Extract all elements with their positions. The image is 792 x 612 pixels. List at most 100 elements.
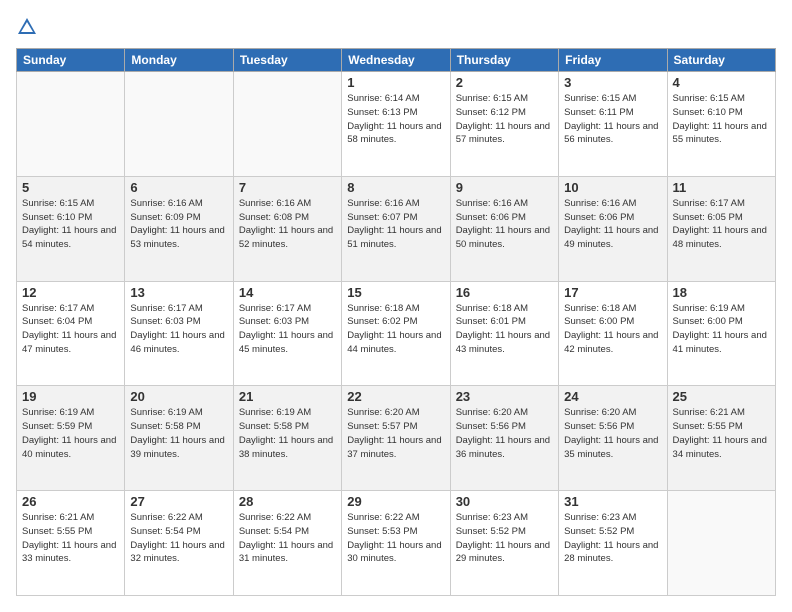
day-number: 9 — [456, 180, 553, 195]
calendar-cell: 3 Sunrise: 6:15 AM Sunset: 6:11 PM Daylig… — [559, 72, 667, 177]
logo-icon — [16, 16, 38, 38]
day-info: Sunrise: 6:15 AM Sunset: 6:12 PM Dayligh… — [456, 92, 553, 147]
day-info: Sunrise: 6:18 AM Sunset: 6:02 PM Dayligh… — [347, 302, 444, 357]
calendar-cell: 18 Sunrise: 6:19 AM Sunset: 6:00 PM Dayli… — [667, 281, 775, 386]
calendar-cell: 22 Sunrise: 6:20 AM Sunset: 5:57 PM Dayli… — [342, 386, 450, 491]
day-number: 18 — [673, 285, 770, 300]
col-header-thursday: Thursday — [450, 49, 558, 72]
day-info: Sunrise: 6:16 AM Sunset: 6:09 PM Dayligh… — [130, 197, 227, 252]
calendar-cell — [125, 72, 233, 177]
day-info: Sunrise: 6:19 AM Sunset: 5:58 PM Dayligh… — [130, 406, 227, 461]
calendar-table: SundayMondayTuesdayWednesdayThursdayFrid… — [16, 48, 776, 596]
day-number: 19 — [22, 389, 119, 404]
col-header-saturday: Saturday — [667, 49, 775, 72]
day-info: Sunrise: 6:22 AM Sunset: 5:53 PM Dayligh… — [347, 511, 444, 566]
day-number: 3 — [564, 75, 661, 90]
calendar-cell: 29 Sunrise: 6:22 AM Sunset: 5:53 PM Dayli… — [342, 491, 450, 596]
day-number: 5 — [22, 180, 119, 195]
col-header-friday: Friday — [559, 49, 667, 72]
day-number: 4 — [673, 75, 770, 90]
day-number: 11 — [673, 180, 770, 195]
calendar-cell — [233, 72, 341, 177]
day-number: 13 — [130, 285, 227, 300]
day-info: Sunrise: 6:19 AM Sunset: 5:58 PM Dayligh… — [239, 406, 336, 461]
day-info: Sunrise: 6:19 AM Sunset: 6:00 PM Dayligh… — [673, 302, 770, 357]
day-number: 27 — [130, 494, 227, 509]
header — [16, 16, 776, 38]
day-info: Sunrise: 6:20 AM Sunset: 5:56 PM Dayligh… — [456, 406, 553, 461]
day-info: Sunrise: 6:14 AM Sunset: 6:13 PM Dayligh… — [347, 92, 444, 147]
calendar-cell: 24 Sunrise: 6:20 AM Sunset: 5:56 PM Dayli… — [559, 386, 667, 491]
calendar-cell: 27 Sunrise: 6:22 AM Sunset: 5:54 PM Dayli… — [125, 491, 233, 596]
day-info: Sunrise: 6:22 AM Sunset: 5:54 PM Dayligh… — [239, 511, 336, 566]
calendar-cell — [667, 491, 775, 596]
day-number: 16 — [456, 285, 553, 300]
calendar-cell: 23 Sunrise: 6:20 AM Sunset: 5:56 PM Dayli… — [450, 386, 558, 491]
calendar-cell: 9 Sunrise: 6:16 AM Sunset: 6:06 PM Daylig… — [450, 176, 558, 281]
col-header-sunday: Sunday — [17, 49, 125, 72]
calendar-cell — [17, 72, 125, 177]
day-info: Sunrise: 6:20 AM Sunset: 5:56 PM Dayligh… — [564, 406, 661, 461]
day-number: 14 — [239, 285, 336, 300]
calendar-cell: 30 Sunrise: 6:23 AM Sunset: 5:52 PM Dayli… — [450, 491, 558, 596]
day-number: 24 — [564, 389, 661, 404]
day-number: 22 — [347, 389, 444, 404]
calendar-cell: 31 Sunrise: 6:23 AM Sunset: 5:52 PM Dayli… — [559, 491, 667, 596]
day-info: Sunrise: 6:15 AM Sunset: 6:11 PM Dayligh… — [564, 92, 661, 147]
calendar-cell: 10Sunrise: 6:16 AM Sunset: 6:06 PM Dayli… — [559, 176, 667, 281]
day-number: 2 — [456, 75, 553, 90]
day-number: 1 — [347, 75, 444, 90]
day-info: Sunrise: 6:21 AM Sunset: 5:55 PM Dayligh… — [673, 406, 770, 461]
calendar-cell: 17 Sunrise: 6:18 AM Sunset: 6:00 PM Dayli… — [559, 281, 667, 386]
calendar-cell: 2 Sunrise: 6:15 AM Sunset: 6:12 PM Daylig… — [450, 72, 558, 177]
day-number: 29 — [347, 494, 444, 509]
day-number: 31 — [564, 494, 661, 509]
day-number: 23 — [456, 389, 553, 404]
day-info: Sunrise: 6:16 AM Sunset: 6:06 PM Dayligh… — [456, 197, 553, 252]
col-header-tuesday: Tuesday — [233, 49, 341, 72]
day-number: 7 — [239, 180, 336, 195]
day-info: Sunrise: 6:17 AM Sunset: 6:03 PM Dayligh… — [239, 302, 336, 357]
day-number: 20 — [130, 389, 227, 404]
calendar-week-row: 1 Sunrise: 6:14 AM Sunset: 6:13 PM Daylig… — [17, 72, 776, 177]
calendar-cell: 13 Sunrise: 6:17 AM Sunset: 6:03 PM Dayli… — [125, 281, 233, 386]
calendar-cell: 7 Sunrise: 6:16 AM Sunset: 6:08 PM Daylig… — [233, 176, 341, 281]
day-number: 28 — [239, 494, 336, 509]
page: SundayMondayTuesdayWednesdayThursdayFrid… — [0, 0, 792, 612]
calendar-week-row: 5 Sunrise: 6:15 AM Sunset: 6:10 PM Daylig… — [17, 176, 776, 281]
day-info: Sunrise: 6:16 AM Sunset: 6:06 PM Dayligh… — [564, 197, 661, 252]
day-info: Sunrise: 6:23 AM Sunset: 5:52 PM Dayligh… — [456, 511, 553, 566]
calendar-cell: 21Sunrise: 6:19 AM Sunset: 5:58 PM Dayli… — [233, 386, 341, 491]
day-number: 15 — [347, 285, 444, 300]
calendar-cell: 14 Sunrise: 6:17 AM Sunset: 6:03 PM Dayli… — [233, 281, 341, 386]
calendar-cell: 16 Sunrise: 6:18 AM Sunset: 6:01 PM Dayli… — [450, 281, 558, 386]
day-info: Sunrise: 6:15 AM Sunset: 6:10 PM Dayligh… — [22, 197, 119, 252]
day-info: Sunrise: 6:21 AM Sunset: 5:55 PM Dayligh… — [22, 511, 119, 566]
calendar-cell: 19 Sunrise: 6:19 AM Sunset: 5:59 PM Dayli… — [17, 386, 125, 491]
day-number: 17 — [564, 285, 661, 300]
col-header-monday: Monday — [125, 49, 233, 72]
day-info: Sunrise: 6:16 AM Sunset: 6:07 PM Dayligh… — [347, 197, 444, 252]
calendar-week-row: 12Sunrise: 6:17 AM Sunset: 6:04 PM Dayli… — [17, 281, 776, 386]
day-info: Sunrise: 6:22 AM Sunset: 5:54 PM Dayligh… — [130, 511, 227, 566]
calendar-cell: 1 Sunrise: 6:14 AM Sunset: 6:13 PM Daylig… — [342, 72, 450, 177]
day-info: Sunrise: 6:23 AM Sunset: 5:52 PM Dayligh… — [564, 511, 661, 566]
day-number: 6 — [130, 180, 227, 195]
day-info: Sunrise: 6:20 AM Sunset: 5:57 PM Dayligh… — [347, 406, 444, 461]
calendar-cell: 5 Sunrise: 6:15 AM Sunset: 6:10 PM Daylig… — [17, 176, 125, 281]
day-number: 25 — [673, 389, 770, 404]
day-info: Sunrise: 6:19 AM Sunset: 5:59 PM Dayligh… — [22, 406, 119, 461]
day-number: 8 — [347, 180, 444, 195]
day-info: Sunrise: 6:17 AM Sunset: 6:03 PM Dayligh… — [130, 302, 227, 357]
calendar-cell: 8 Sunrise: 6:16 AM Sunset: 6:07 PM Daylig… — [342, 176, 450, 281]
day-number: 30 — [456, 494, 553, 509]
calendar-cell: 20 Sunrise: 6:19 AM Sunset: 5:58 PM Dayli… — [125, 386, 233, 491]
logo — [16, 16, 42, 38]
calendar-cell: 11Sunrise: 6:17 AM Sunset: 6:05 PM Dayli… — [667, 176, 775, 281]
calendar-cell: 15 Sunrise: 6:18 AM Sunset: 6:02 PM Dayli… — [342, 281, 450, 386]
calendar-cell: 25 Sunrise: 6:21 AM Sunset: 5:55 PM Dayli… — [667, 386, 775, 491]
day-info: Sunrise: 6:18 AM Sunset: 6:01 PM Dayligh… — [456, 302, 553, 357]
day-info: Sunrise: 6:16 AM Sunset: 6:08 PM Dayligh… — [239, 197, 336, 252]
calendar-cell: 12Sunrise: 6:17 AM Sunset: 6:04 PM Dayli… — [17, 281, 125, 386]
day-info: Sunrise: 6:18 AM Sunset: 6:00 PM Dayligh… — [564, 302, 661, 357]
